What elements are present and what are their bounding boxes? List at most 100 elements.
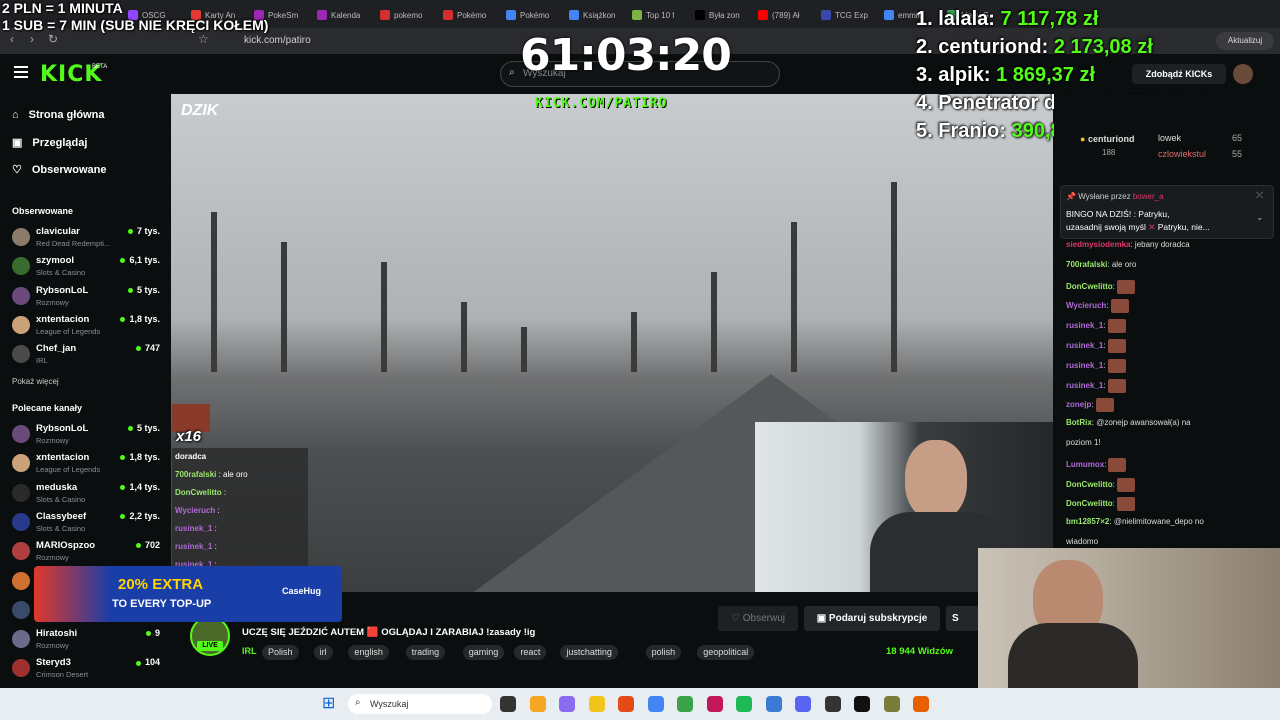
chat-username[interactable]: siedmysiodemka [1066, 240, 1130, 249]
sidebar-channel[interactable]: Steryd3 Crimson Desert 104 [12, 657, 160, 685]
browser-tab[interactable]: Pokémo [443, 5, 486, 25]
taskbar-app-icon[interactable] [765, 696, 782, 712]
chat-username[interactable]: Lumumox [1066, 460, 1104, 469]
stream-tag[interactable]: trading [405, 645, 446, 660]
stream-tag[interactable]: geopolitical [697, 645, 755, 660]
nav-following[interactable]: ♡ Obserwowane [12, 163, 106, 177]
chat-text: : [1091, 400, 1094, 410]
chat-username[interactable]: DonCwelitto [1066, 282, 1113, 291]
taskbar-app-icon[interactable] [854, 696, 870, 712]
browser-tab[interactable]: (789) Ał [758, 5, 800, 25]
sidebar-channel[interactable]: Classybeef Slots & Casino 2,2 tys. [12, 511, 160, 539]
channel-viewers: 5 tys. [128, 423, 160, 433]
browser-tab[interactable]: pokemo [380, 5, 422, 25]
taskbar-app-icon[interactable] [588, 696, 605, 712]
taskbar-app-icon[interactable] [795, 696, 811, 712]
chat-username[interactable]: DonCwelitto [1066, 480, 1113, 489]
chat-username[interactable]: zonejp [1066, 401, 1091, 410]
sidebar-channel[interactable]: meduska Slots & Casino 1,4 tys. [12, 482, 160, 510]
chat-username[interactable]: 700rafalski [1066, 260, 1107, 269]
user-avatar[interactable] [1233, 64, 1253, 84]
stream-tag[interactable]: english [348, 645, 389, 660]
taskbar-app-icon[interactable] [529, 696, 546, 712]
chat-emote [1116, 477, 1135, 492]
stream-tag[interactable]: gaming [462, 645, 505, 660]
show-more-link[interactable]: Pokaż więcej [12, 377, 59, 386]
taskbar-app-icon[interactable] [706, 696, 723, 712]
top-gifter-1: ● centuriond [1080, 134, 1135, 144]
chat-username[interactable]: bm12857×2 [1066, 517, 1109, 526]
nav-browse[interactable]: ▣ Przeglądaj [12, 136, 87, 150]
taskbar-app-icon[interactable] [736, 696, 752, 712]
taskbar-app-icon[interactable] [824, 696, 841, 712]
sidebar-channel[interactable]: MARIOspzoo Rozmowy 702 [12, 540, 160, 568]
taskbar-app-icon[interactable] [500, 696, 516, 712]
taskbar-app-icon[interactable] [559, 696, 575, 712]
channel-avatar [12, 512, 30, 531]
chat-username[interactable]: Wycieruch [1066, 302, 1106, 311]
sidebar-channel[interactable]: xntentacion League of Legends 1,8 tys. [12, 314, 160, 342]
menu-icon[interactable] [14, 66, 28, 78]
tab-label: (789) Ał [772, 10, 800, 20]
browser-tab[interactable]: Książkon [569, 5, 615, 25]
browser-tab[interactable]: Była zon [695, 5, 740, 25]
channel-viewers: 1,8 tys. [120, 452, 160, 462]
browser-tab[interactable]: Kalenda [317, 5, 360, 25]
chat-username[interactable]: rusinek_1 [1066, 341, 1103, 350]
sidebar-channel[interactable]: RybsonLoL Rozmowy 5 tys. [12, 285, 160, 313]
windows-start-icon[interactable]: ⊞ [322, 693, 335, 713]
sidebar-channel[interactable]: clavicular Red Dead Redempti... 7 tys. [12, 226, 160, 254]
sidebar-channel[interactable]: xntentacion League of Legends 1,8 tys. [12, 452, 160, 480]
face [905, 440, 967, 520]
body [1008, 623, 1138, 693]
taskbar-app-icon[interactable] [647, 696, 664, 712]
tree [461, 302, 467, 372]
leaderboard-rank: 2. [916, 36, 933, 58]
get-kicks-button[interactable]: Zdobądź KICKs [1132, 64, 1226, 84]
tab-favicon-icon [443, 10, 453, 20]
unpin-icon[interactable]: ⤫ [1256, 190, 1263, 201]
follow-button[interactable]: ♡ Obserwuj [718, 606, 798, 631]
tab-favicon-icon [380, 10, 390, 20]
channel-category: Rozmowy [36, 436, 69, 445]
channel-name: Chef_jan [36, 343, 77, 355]
bookmark-icon[interactable]: ☆ [198, 32, 209, 46]
browser-tab[interactable]: Pokémo [506, 5, 549, 25]
nav-home[interactable]: ⌂ Strona główna [12, 109, 104, 121]
gift-sub-button[interactable]: ▣ Podaruj subskrypcje [804, 606, 940, 631]
forward-icon[interactable]: › [30, 32, 34, 46]
back-icon[interactable]: ‹ [10, 32, 14, 46]
sidebar-channel[interactable]: Hiratoshi Rozmowy 9 [12, 628, 160, 656]
leaderboard-rank: 5. [916, 120, 933, 142]
sidebar-channel[interactable]: RybsonLoL Rozmowy 5 tys. [12, 423, 160, 451]
taskbar-app-icon[interactable] [618, 696, 634, 712]
chat-text: : [1103, 321, 1106, 331]
tab-favicon-icon [632, 10, 642, 20]
stream-tag[interactable]: react [514, 645, 547, 660]
subscribe-button[interactable]: S [946, 606, 978, 631]
reload-icon[interactable]: ↻ [48, 32, 58, 46]
chat-username[interactable]: DonCwelitto [1066, 500, 1113, 509]
taskbar-app-icon[interactable] [913, 696, 929, 712]
browser-tab[interactable]: TCG Exp [821, 5, 868, 25]
chat-message: Lumumox: [1066, 457, 1127, 472]
stream-category[interactable]: IRL [242, 646, 257, 656]
stream-tag[interactable]: polish [645, 645, 682, 660]
taskbar-search[interactable]: Wyszukaj [348, 694, 492, 714]
chat-username[interactable]: rusinek_1 [1066, 361, 1103, 370]
chat-username[interactable]: BotRix [1066, 418, 1092, 427]
stream-tag[interactable]: irl [313, 645, 333, 660]
stream-tag[interactable]: justchatting [560, 645, 618, 660]
stream-tag[interactable]: Polish [262, 645, 299, 660]
channel-category: League of Legends [36, 326, 101, 336]
sidebar-channel[interactable]: Chef_jan IRL 747 [12, 343, 160, 371]
update-button[interactable]: Aktualizuj [1216, 32, 1274, 50]
chevron-down-icon[interactable]: ⌄ [1256, 212, 1264, 223]
sidebar-channel[interactable]: szymool Slots & Casino 6,1 tys. [12, 255, 160, 283]
chat-username[interactable]: rusinek_1 [1066, 321, 1103, 330]
browser-tab[interactable]: Top 10 f [632, 5, 674, 25]
taskbar-app-icon[interactable] [677, 696, 693, 712]
taskbar-app-icon[interactable] [883, 696, 900, 712]
chat-username[interactable]: rusinek_1 [1066, 381, 1103, 390]
leaderboard-name: lalala: [938, 8, 995, 30]
